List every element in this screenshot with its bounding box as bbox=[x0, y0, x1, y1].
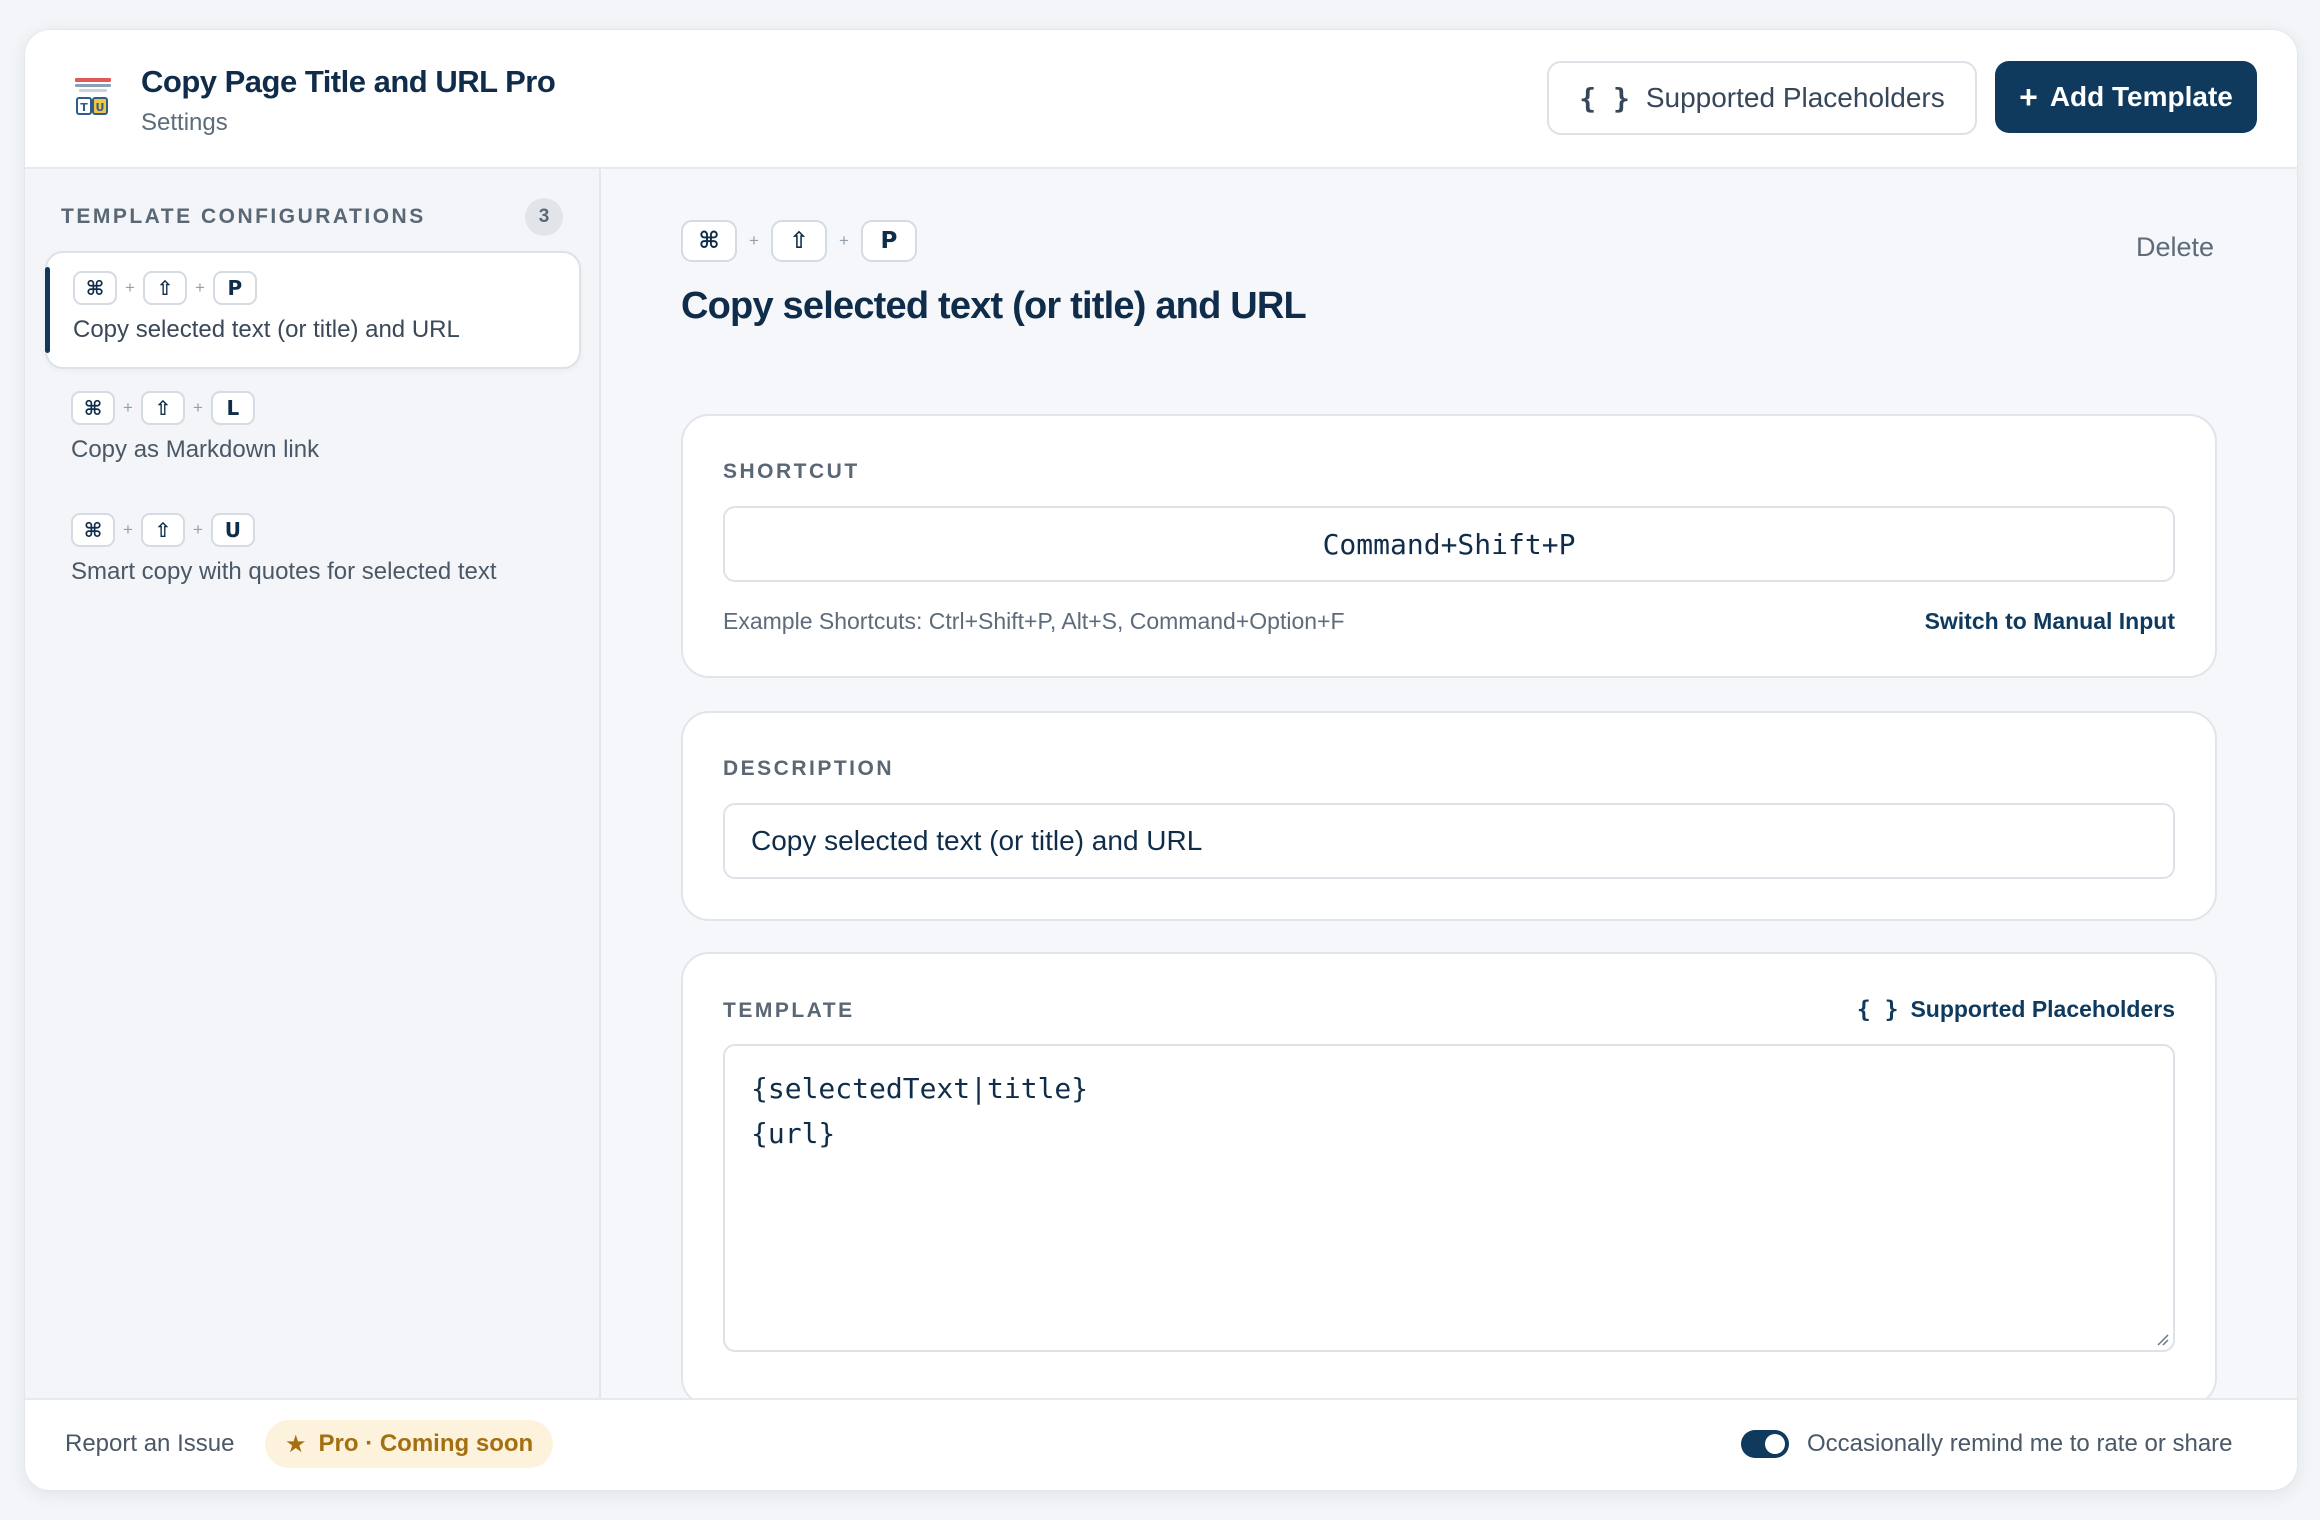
template-list-item[interactable]: ⌘ + ⇧ + P Copy selected text (or title) … bbox=[45, 251, 581, 369]
pro-badge-label: Pro · Coming soon bbox=[318, 1430, 534, 1457]
pro-coming-soon-badge: ★ Pro · Coming soon bbox=[265, 1420, 554, 1468]
remind-label: Occasionally remind me to rate or share bbox=[1807, 1430, 2233, 1457]
example-shortcuts-hint: Example Shortcuts: Ctrl+Shift+P, Alt+S, … bbox=[723, 608, 1345, 634]
app-title: Copy Page Title and URL Pro bbox=[141, 64, 556, 99]
key-separator: + bbox=[192, 398, 203, 417]
template-item-label: Copy selected text (or title) and URL bbox=[73, 316, 460, 343]
template-count-badge: 3 bbox=[525, 198, 563, 236]
add-template-label: Add Template bbox=[2049, 81, 2233, 112]
shortcut-keys: ⌘ + ⇧ + P bbox=[73, 271, 257, 305]
template-label: TEMPLATE bbox=[723, 999, 855, 1022]
description-label: DESCRIPTION bbox=[723, 757, 895, 780]
key-separator: + bbox=[192, 520, 203, 539]
shortcut-keys: ⌘ + ⇧ + U bbox=[71, 513, 255, 547]
braces-icon: { } bbox=[1579, 81, 1630, 115]
template-line: {selectedText|title} bbox=[751, 1072, 1089, 1105]
template-list-item[interactable]: ⌘ + ⇧ + L Copy as Markdown link bbox=[45, 373, 581, 491]
template-title: Copy selected text (or title) and URL bbox=[681, 285, 1307, 327]
template-list-item[interactable]: ⌘ + ⇧ + U Smart copy with quotes for sel… bbox=[45, 495, 581, 613]
settings-window: T U Copy Page Title and URL Pro Settings… bbox=[24, 29, 2298, 1491]
footer: Report an Issue ★ Pro · Coming soon Occa… bbox=[25, 1398, 2297, 1490]
key-separator: + bbox=[838, 231, 849, 250]
template-card: TEMPLATE { } Supported Placeholders {sel… bbox=[681, 952, 2217, 1406]
command-key-icon: ⌘ bbox=[71, 391, 115, 425]
template-line: {url} bbox=[751, 1117, 836, 1150]
template-editor: ⌘ + ⇧ + P Delete Copy selected text (or … bbox=[601, 169, 2297, 1406]
description-input[interactable]: Copy selected text (or title) and URL bbox=[723, 803, 2175, 879]
editor-shortcut-keys: ⌘ + ⇧ + P bbox=[681, 220, 917, 262]
template-item-label: Smart copy with quotes for selected text bbox=[71, 558, 497, 585]
key-separator: + bbox=[125, 278, 135, 297]
switch-to-manual-input-link[interactable]: Switch to Manual Input bbox=[1925, 608, 2175, 635]
sidebar-heading: TEMPLATE CONFIGURATIONS bbox=[61, 205, 426, 228]
description-card: DESCRIPTION Copy selected text (or title… bbox=[681, 711, 2217, 921]
shortcut-keys: ⌘ + ⇧ + L bbox=[71, 391, 255, 425]
command-key-icon: ⌘ bbox=[73, 271, 117, 305]
key-separator: + bbox=[194, 278, 205, 297]
plus-icon: + bbox=[2019, 78, 2038, 115]
svg-text:T: T bbox=[80, 101, 88, 114]
shift-key-icon: ⇧ bbox=[770, 220, 827, 262]
resize-grip-icon[interactable] bbox=[2155, 1332, 2169, 1346]
template-item-label: Copy as Markdown link bbox=[71, 436, 320, 463]
shortcut-label: SHORTCUT bbox=[723, 460, 860, 483]
shift-key-icon: ⇧ bbox=[140, 391, 185, 425]
header: T U Copy Page Title and URL Pro Settings… bbox=[25, 30, 2297, 169]
braces-icon: { } bbox=[1856, 996, 1899, 1023]
supported-placeholders-label: Supported Placeholders bbox=[1645, 82, 1945, 113]
supported-placeholders-button[interactable]: { } Supported Placeholders bbox=[1547, 61, 1977, 135]
template-placeholders-link[interactable]: { } Supported Placeholders bbox=[1857, 996, 2175, 1023]
star-icon: ★ bbox=[285, 1430, 307, 1458]
command-key-icon: ⌘ bbox=[681, 220, 737, 262]
delete-button[interactable]: Delete bbox=[2136, 232, 2214, 263]
app-logo-icon: T U bbox=[75, 78, 111, 115]
letter-key: P bbox=[212, 271, 257, 305]
letter-key: U bbox=[210, 513, 255, 547]
shift-key-icon: ⇧ bbox=[142, 271, 187, 305]
app-subtitle: Settings bbox=[141, 109, 228, 136]
command-key-icon: ⌘ bbox=[71, 513, 115, 547]
report-issue-link[interactable]: Report an Issue bbox=[65, 1430, 234, 1458]
key-separator: + bbox=[749, 231, 759, 250]
svg-text:U: U bbox=[96, 101, 105, 114]
shortcut-input[interactable]: Command+Shift+P bbox=[723, 506, 2175, 582]
template-textarea[interactable]: {selectedText|title} {url} bbox=[723, 1044, 2175, 1352]
letter-key: L bbox=[210, 391, 255, 425]
shift-key-icon: ⇧ bbox=[140, 513, 185, 547]
template-sidebar: TEMPLATE CONFIGURATIONS 3 ⌘ + ⇧ + P Copy… bbox=[25, 169, 601, 1400]
key-separator: + bbox=[123, 520, 133, 539]
key-separator: + bbox=[123, 398, 133, 417]
template-placeholders-label: Supported Placeholders bbox=[1910, 996, 2175, 1022]
shortcut-card: SHORTCUT Command+Shift+P Example Shortcu… bbox=[681, 414, 2217, 678]
letter-key: P bbox=[860, 220, 917, 262]
add-template-button[interactable]: + Add Template bbox=[1995, 61, 2257, 133]
remind-toggle[interactable] bbox=[1741, 1430, 1789, 1458]
